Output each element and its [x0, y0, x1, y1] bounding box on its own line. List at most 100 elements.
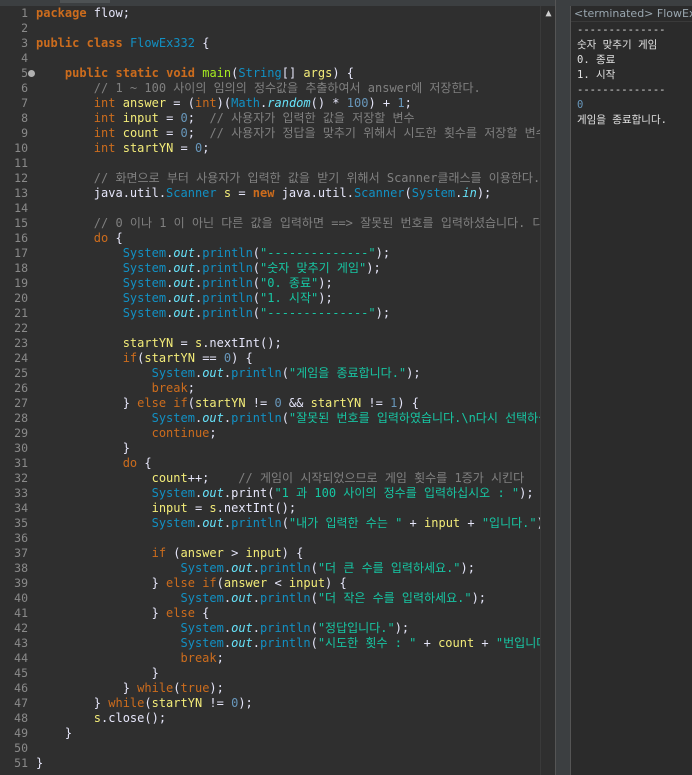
code-line[interactable]: public static void main(String[] args) {	[36, 66, 555, 81]
code-line[interactable]: // 화면으로 부터 사용자가 입력한 값을 받기 위해서 Scanner클래스…	[36, 171, 555, 186]
code-line[interactable]: int count = 0; // 사용자가 정답을 맞추기 위해서 시도한 횟…	[36, 126, 555, 141]
code-line[interactable]: continue;	[36, 426, 555, 441]
code-line[interactable]: }	[36, 666, 555, 681]
code-line[interactable]: java.util.Scanner s = new java.util.Scan…	[36, 186, 555, 201]
code-token: int	[93, 126, 116, 140]
code-line[interactable]: package flow;	[36, 6, 555, 21]
code-line[interactable]	[36, 321, 555, 336]
line-number: 34	[14, 501, 28, 515]
code-line[interactable]: do {	[36, 456, 555, 471]
code-line[interactable]	[36, 21, 555, 36]
code-line[interactable]: input = s.nextInt();	[36, 501, 555, 516]
code-token: []	[281, 66, 304, 80]
code-line[interactable]: System.out.println("0. 종료");	[36, 276, 555, 291]
code-token: System	[122, 291, 167, 305]
code-token: {	[194, 606, 210, 620]
divider-edge	[555, 0, 556, 775]
code-token: ) {	[281, 546, 304, 560]
code-token: 0	[274, 396, 282, 410]
code-line[interactable]: int input = 0; // 사용자가 입력한 값을 저장할 변수	[36, 111, 555, 126]
code-line[interactable]: }	[36, 756, 555, 771]
editor-tab-edge[interactable]	[60, 0, 110, 3]
code-token: "잘못된 번호를 입력하였습니다.\n다시 선택하십시오	[288, 411, 555, 425]
code-line[interactable]: }	[36, 726, 555, 741]
code-token: out	[173, 306, 195, 320]
code-token: int	[194, 96, 217, 110]
code-line[interactable]: } else {	[36, 606, 555, 621]
code-line[interactable]: do {	[36, 231, 555, 246]
console-view[interactable]: <terminated> FlowEx332 -------------- 숫자…	[570, 6, 692, 775]
code-token: System	[151, 516, 195, 530]
scroll-up-arrow-icon[interactable]: ▲	[541, 8, 555, 19]
code-line[interactable]: } else if(answer < input) {	[36, 576, 555, 591]
code-token: s	[93, 711, 102, 725]
code-token: }	[36, 441, 130, 455]
code-editor[interactable]: 1 2 3 4 5 6 7 8 9 10 11 12 13 14 15 16 17 18 19 20 21 22 23 24 2…	[0, 6, 555, 775]
code-line[interactable]	[36, 741, 555, 756]
code-line[interactable]: break;	[36, 381, 555, 396]
code-token: !=	[202, 696, 232, 710]
editor-console-divider[interactable]	[555, 0, 570, 775]
code-line[interactable]: // 0 이나 1 이 아닌 다른 값을 입력하면 ==> 잘못된 번호를 입력…	[36, 216, 555, 231]
code-line[interactable]: s.close();	[36, 711, 555, 726]
code-line[interactable]	[36, 156, 555, 171]
code-line[interactable]: System.out.println("내가 입력한 수는 " + input …	[36, 516, 555, 531]
code-line[interactable]: startYN = s.nextInt();	[36, 336, 555, 351]
code-token: // 사용자가 정답을 맞추기 위해서 시도한 횟수를 저장할 변수	[209, 126, 547, 140]
editor-vertical-scrollbar[interactable]: ▲	[540, 6, 555, 775]
code-line[interactable]: } while(startYN != 0);	[36, 696, 555, 711]
line-number: 10	[14, 141, 28, 155]
code-line[interactable]: System.out.println("더 큰 수를 입력하세요.");	[36, 561, 555, 576]
code-line[interactable]	[36, 201, 555, 216]
code-token: (	[310, 561, 318, 575]
code-token: ++;	[187, 471, 239, 485]
code-line[interactable]	[36, 51, 555, 66]
line-number: 16	[14, 231, 28, 245]
code-token: >	[223, 546, 246, 560]
code-token: int	[93, 111, 116, 125]
code-token: if	[122, 351, 138, 365]
code-line[interactable]: System.out.println("게임을 종료합니다.");	[36, 366, 555, 381]
code-line[interactable]: System.out.println("정답입니다.");	[36, 621, 555, 636]
code-token: {	[108, 231, 123, 245]
code-line[interactable]	[36, 531, 555, 546]
code-line[interactable]: System.out.print("1 과 100 사이의 정수를 입력하십시오…	[36, 486, 555, 501]
code-line[interactable]: System.out.println("숫자 맞추기 게임");	[36, 261, 555, 276]
code-token: println	[202, 276, 253, 290]
code-token: System	[151, 366, 195, 380]
code-line[interactable]: if (answer > input) {	[36, 546, 555, 561]
code-line[interactable]: } while(true);	[36, 681, 555, 696]
code-line[interactable]: } else if(startYN != 0 && startYN != 1) …	[36, 396, 555, 411]
console-line: 0. 종료	[577, 54, 616, 66]
code-line[interactable]: int answer = (int)(Math.random() * 100) …	[36, 96, 555, 111]
line-number: 15	[14, 216, 28, 230]
code-line[interactable]: int startYN = 0;	[36, 141, 555, 156]
code-line[interactable]: break;	[36, 651, 555, 666]
code-token: ;	[404, 96, 412, 110]
code-area[interactable]: package flow; public class FlowEx332 { pu…	[36, 6, 555, 775]
code-token: random	[267, 96, 311, 110]
code-line[interactable]: System.out.println("--------------");	[36, 306, 555, 321]
code-token: Scanner	[166, 186, 217, 200]
code-line[interactable]: System.out.println("잘못된 번호를 입력하였습니다.\n다시…	[36, 411, 555, 426]
code-line[interactable]: System.out.println("시도한 횟수 : " + count +…	[36, 636, 556, 651]
code-line[interactable]: if(startYN == 0) {	[36, 351, 555, 366]
code-token: .nextInt();	[216, 501, 297, 515]
code-token: public	[64, 66, 109, 80]
code-token: (	[216, 576, 224, 590]
code-line[interactable]: System.out.println("1. 시작");	[36, 291, 555, 306]
code-line[interactable]: }	[36, 441, 555, 456]
code-token: "1 과 100 사이의 정수를 입력하십시오 : "	[274, 486, 520, 500]
code-line[interactable]: // 1 ~ 100 사이의 임의의 정수값을 추출하여서 answer에 저장…	[36, 81, 555, 96]
code-line[interactable]: System.out.println("더 작은 수를 입력하세요.");	[36, 591, 555, 606]
code-line[interactable]: System.out.println("--------------");	[36, 246, 555, 261]
code-line[interactable]: public class FlowEx332 {	[36, 36, 555, 51]
code-line[interactable]: count++; // 게임이 시작되었으므로 게임 횟수를 1증가 시킨다	[36, 471, 555, 486]
line-number: 2	[21, 21, 28, 35]
code-token: else	[166, 606, 195, 620]
